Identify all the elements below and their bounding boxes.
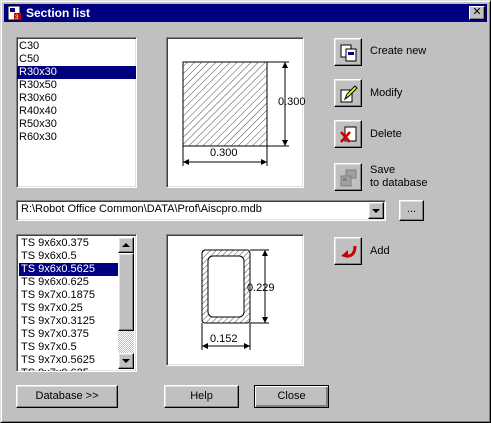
database-section-item[interactable]: TS 9x6x0.5 (19, 250, 119, 263)
create-new-label: Create new (370, 45, 427, 57)
database-section-item[interactable]: TS 9x6x0.375 (19, 237, 119, 250)
delete-label: Delete (370, 128, 402, 140)
section-preview-bottom: 0.152 0.229 (166, 234, 304, 366)
add-label: Add (370, 245, 390, 257)
modify-label: Modify (370, 87, 403, 99)
scroll-up-button[interactable] (118, 237, 134, 253)
copy-icon (340, 44, 357, 62)
section-list-item[interactable]: C50 (17, 53, 136, 66)
delete-button[interactable] (334, 120, 362, 148)
delete-icon (340, 126, 357, 143)
modify-button[interactable] (334, 79, 362, 107)
section-list-item[interactable]: R40x40 (17, 105, 136, 118)
database-section-item[interactable]: TS 9x7x0.25 (19, 302, 119, 315)
section-list-dialog: 3 Section list ✕ C30 C50 R30x30 R30x50 R30x6… (0, 0, 491, 423)
save-label-line1: Save (370, 164, 396, 176)
window-title: Section list (26, 6, 91, 20)
sections-listbox[interactable]: C30 C50 R30x30 R30x50 R30x60 R40x40 R50x30 R60x… (16, 37, 137, 188)
scroll-down-button[interactable] (118, 353, 134, 369)
save-label-line2: to database (370, 177, 428, 189)
title-bar[interactable]: 3 Section list ✕ (4, 4, 487, 22)
database-sections-listbox[interactable]: TS 9x6x0.375 TS 9x6x0.5 TS 9x6x0.5625 TS 9x… (16, 234, 137, 372)
scroll-up-icon (122, 243, 130, 247)
section-list-item[interactable]: R60x30 (17, 131, 136, 144)
chevron-down-icon (372, 209, 380, 213)
database-section-item[interactable]: TS 9x7x0.5625 (19, 354, 119, 367)
browse-database-button[interactable]: ... (399, 200, 424, 221)
scroll-down-icon (122, 359, 130, 363)
close-button[interactable]: Close (254, 385, 329, 408)
database-section-item[interactable]: TS 9x7x0.1875 (19, 289, 119, 302)
database-toggle-button[interactable]: Database >> (16, 385, 118, 408)
section-height-label: 0.300 (278, 96, 306, 108)
database-section-item[interactable]: TS 9x6x0.5625 (19, 263, 119, 276)
save-to-database-icon (340, 169, 357, 187)
add-arrow-icon (341, 245, 357, 258)
database-section-item[interactable]: TS 9x7x0.3125 (19, 315, 119, 328)
section-list-item[interactable]: R30x30 (17, 66, 136, 79)
tube-height-label: 0.229 (247, 282, 275, 294)
section-list-item[interactable]: C30 (17, 40, 136, 53)
section-preview-top: 0.300 0.300 (166, 37, 306, 188)
section-width-label: 0.300 (210, 147, 238, 159)
tube-width-label: 0.152 (210, 333, 238, 345)
section-list-item[interactable]: R30x50 (17, 79, 136, 92)
database-section-item[interactable]: TS 9x7x0.5 (19, 341, 119, 354)
database-section-item[interactable]: TS 9x7x0.625 (19, 367, 119, 371)
section-list-item[interactable]: R30x60 (17, 92, 136, 105)
add-button[interactable] (334, 237, 362, 265)
scrollbar-thumb[interactable] (118, 253, 134, 331)
database-path-combobox[interactable]: R:\Robot Office Common\DATA\Prof\Aiscpro… (16, 200, 386, 221)
edit-pencil-icon (340, 85, 358, 103)
combobox-dropdown-button[interactable] (368, 202, 384, 219)
close-window-button[interactable]: ✕ (469, 6, 485, 20)
rectangular-section-drawing (182, 61, 289, 166)
database-section-item[interactable]: TS 9x6x0.625 (19, 276, 119, 289)
create-new-button[interactable] (334, 38, 362, 66)
app-icon: 3 (7, 5, 21, 21)
save-to-database-button[interactable] (334, 163, 362, 191)
database-path-value: R:\Robot Office Common\DATA\Prof\Aiscpro… (21, 203, 262, 215)
section-list-item[interactable]: R50x30 (17, 118, 136, 131)
help-button[interactable]: Help (164, 385, 239, 408)
database-section-item[interactable]: TS 9x7x0.375 (19, 328, 119, 341)
